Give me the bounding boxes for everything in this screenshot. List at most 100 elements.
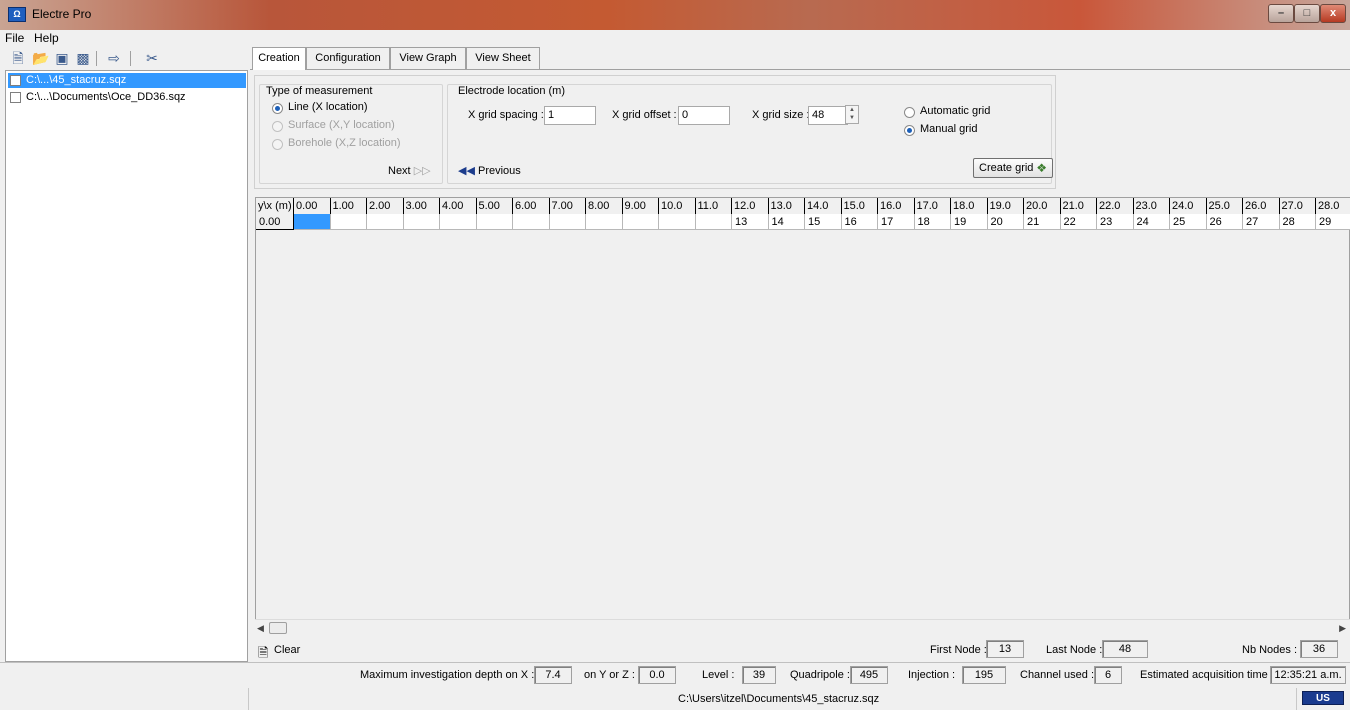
scroll-thumb[interactable] bbox=[269, 622, 287, 634]
minimize-button[interactable]: – bbox=[1268, 4, 1294, 23]
radio-manual-grid[interactable] bbox=[904, 125, 915, 136]
radio-automatic-grid[interactable] bbox=[904, 107, 915, 118]
grid-cell[interactable] bbox=[622, 214, 659, 230]
language-flag-icon[interactable]: US bbox=[1302, 691, 1344, 705]
grid-column-header: 13.0 bbox=[768, 198, 805, 214]
grid-column-header: 27.0 bbox=[1279, 198, 1316, 214]
grid-column-header: 18.0 bbox=[951, 198, 988, 214]
grid-cell[interactable] bbox=[695, 214, 732, 230]
radio-line-label: Line (X location) bbox=[288, 101, 368, 113]
scroll-left-icon[interactable]: ◀ bbox=[257, 623, 264, 634]
grid-cell[interactable]: 19 bbox=[951, 214, 988, 230]
file-toolbar: 🗎 📂 ▣ ▩ ⇨ ✂ bbox=[0, 47, 248, 69]
nb-nodes-label: Nb Nodes : bbox=[1242, 644, 1298, 656]
radio-surface-label: Surface (X,Y location) bbox=[288, 119, 395, 131]
grid-cell[interactable] bbox=[659, 214, 696, 230]
grid-cell[interactable]: 13 bbox=[732, 214, 769, 230]
tab-divider bbox=[250, 69, 1350, 70]
grid-column-header: 10.0 bbox=[659, 198, 696, 214]
window-title: Electre Pro bbox=[32, 7, 92, 21]
grid-cell[interactable]: 22 bbox=[1060, 214, 1097, 230]
close-button[interactable]: x bbox=[1320, 4, 1346, 23]
nb-nodes-value: 36 bbox=[1300, 640, 1338, 658]
grid-cell[interactable] bbox=[586, 214, 623, 230]
grid-cell[interactable]: 23 bbox=[1097, 214, 1134, 230]
title-bar[interactable]: Ω Electre Pro – □ x bbox=[0, 0, 1350, 30]
depth-x-label: Maximum investigation depth on X : bbox=[360, 669, 535, 681]
injection-value: 195 bbox=[962, 666, 1006, 684]
grid-cell[interactable]: 17 bbox=[878, 214, 915, 230]
database-icon[interactable]: ▩ bbox=[75, 50, 91, 66]
new-file-icon[interactable]: 🗎 bbox=[10, 50, 26, 66]
grid-column-header: 4.00 bbox=[440, 198, 477, 214]
grid-cell[interactable] bbox=[440, 214, 477, 230]
grid-cell[interactable]: 28 bbox=[1279, 214, 1316, 230]
measurement-type-group: Type of measurement Line (X location) Su… bbox=[259, 84, 443, 184]
grid-header-row: y\x (m) 0.00 1.00 2.00 3.00 4.00 5.00 6.00 7.00… bbox=[256, 198, 1350, 214]
save-icon[interactable]: ▣ bbox=[54, 50, 70, 66]
grid-cell[interactable]: 20 bbox=[987, 214, 1024, 230]
horizontal-scrollbar[interactable]: ◀ ▶ bbox=[255, 619, 1350, 636]
electrode-location-group: Electrode location (m) X grid spacing : … bbox=[447, 84, 1052, 184]
tab-creation[interactable]: Creation bbox=[252, 47, 306, 70]
menu-help[interactable]: Help bbox=[34, 31, 59, 45]
grid-cell[interactable]: 14 bbox=[768, 214, 805, 230]
grid-cell[interactable]: 29 bbox=[1316, 214, 1350, 230]
grid-cell[interactable] bbox=[367, 214, 404, 230]
grid-cell[interactable] bbox=[294, 214, 331, 230]
scroll-right-icon[interactable]: ▶ bbox=[1339, 623, 1346, 634]
open-folder-icon[interactable]: 📂 bbox=[32, 50, 49, 66]
next-arrow-icon: ▷▷ bbox=[413, 165, 431, 177]
first-node-value: 13 bbox=[986, 640, 1024, 658]
electrode-grid[interactable]: y\x (m) 0.00 1.00 2.00 3.00 4.00 5.00 6.00 7.00… bbox=[255, 197, 1350, 622]
spin-down-icon[interactable]: ▼ bbox=[846, 114, 858, 122]
spin-up-icon[interactable]: ▲ bbox=[846, 106, 858, 114]
grid-cell[interactable] bbox=[549, 214, 586, 230]
grid-cell[interactable] bbox=[513, 214, 550, 230]
next-label: Next bbox=[388, 165, 411, 177]
create-grid-button[interactable]: Create grid ❖ bbox=[973, 158, 1053, 178]
grid-column-header: 25.0 bbox=[1206, 198, 1243, 214]
level-label: Level : bbox=[702, 669, 735, 681]
menu-file[interactable]: File bbox=[5, 31, 24, 45]
grid-column-header: 6.00 bbox=[513, 198, 550, 214]
grid-cell[interactable] bbox=[403, 214, 440, 230]
grid-corner-header: y\x (m) bbox=[256, 198, 294, 214]
x-grid-offset-input[interactable]: 0 bbox=[678, 106, 730, 125]
radio-line[interactable] bbox=[272, 103, 283, 114]
menu-bar: File Help bbox=[0, 30, 1350, 47]
depth-x-value: 7.4 bbox=[534, 666, 572, 684]
clear-button[interactable]: Clear bbox=[274, 644, 300, 656]
toolbar-separator bbox=[130, 51, 131, 66]
depth-yz-value: 0.0 bbox=[638, 666, 676, 684]
file-checkbox[interactable] bbox=[10, 75, 21, 86]
maximize-button[interactable]: □ bbox=[1294, 4, 1320, 23]
export-icon[interactable]: ⇨ bbox=[106, 50, 122, 66]
file-item[interactable]: C:\...\Documents\Oce_DD36.sqz bbox=[8, 90, 246, 105]
grid-cell[interactable]: 16 bbox=[841, 214, 878, 230]
last-node-label: Last Node : bbox=[1046, 644, 1103, 656]
grid-cell[interactable] bbox=[476, 214, 513, 230]
previous-button[interactable]: ◀◀ Previous bbox=[458, 164, 521, 177]
file-item[interactable]: C:\...\45_stacruz.sqz bbox=[8, 73, 246, 88]
grid-cell[interactable]: 15 bbox=[805, 214, 842, 230]
file-checkbox[interactable] bbox=[10, 92, 21, 103]
grid-column-header: 2.00 bbox=[367, 198, 404, 214]
status-divider bbox=[248, 688, 249, 710]
tab-configuration[interactable]: Configuration bbox=[306, 47, 390, 69]
create-grid-label: Create grid bbox=[979, 162, 1034, 174]
tab-view-sheet[interactable]: View Sheet bbox=[466, 47, 540, 69]
grid-cell[interactable]: 26 bbox=[1206, 214, 1243, 230]
grid-cell[interactable]: 21 bbox=[1024, 214, 1061, 230]
grid-cell[interactable]: 27 bbox=[1243, 214, 1280, 230]
x-grid-size-input[interactable]: 48 bbox=[808, 106, 848, 125]
grid-cell[interactable] bbox=[330, 214, 367, 230]
x-grid-spacing-input[interactable]: 1 bbox=[544, 106, 596, 125]
grid-cell[interactable]: 18 bbox=[914, 214, 951, 230]
cut-icon[interactable]: ✂ bbox=[144, 50, 160, 66]
radio-borehole-label: Borehole (X,Z location) bbox=[288, 137, 401, 149]
x-grid-size-spinner[interactable]: ▲ ▼ bbox=[845, 105, 859, 124]
grid-cell[interactable]: 24 bbox=[1133, 214, 1170, 230]
tab-view-graph[interactable]: View Graph bbox=[390, 47, 466, 69]
grid-cell[interactable]: 25 bbox=[1170, 214, 1207, 230]
